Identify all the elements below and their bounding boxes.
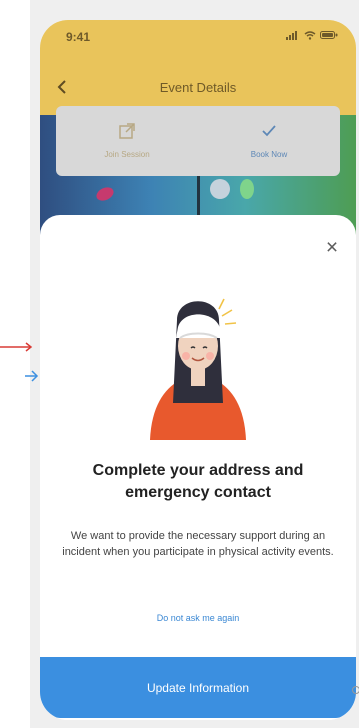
check-icon <box>262 125 276 137</box>
battery-icon <box>320 31 338 39</box>
nav-bar: Event Details <box>40 72 356 102</box>
hero-shape <box>210 179 230 199</box>
address-contact-modal: × Complete your address and emergency co… <box>40 215 356 720</box>
status-bar: 9:41 <box>40 20 356 60</box>
external-link-icon <box>119 123 135 139</box>
book-now-button[interactable]: Book Now <box>198 106 340 176</box>
status-time: 9:41 <box>66 30 91 44</box>
do-not-ask-again-link[interactable]: Do not ask me again <box>40 613 356 623</box>
red-arrow-icon <box>0 342 33 352</box>
screen: 9:41 Event Details Join Session Book Now… <box>0 0 359 728</box>
injured-person-illustration <box>150 298 246 440</box>
join-session-label: Join Session <box>104 150 150 159</box>
close-icon: × <box>325 235 339 259</box>
page-indicator-dot <box>352 686 359 694</box>
wifi-icon <box>304 31 316 40</box>
left-gutter <box>0 0 30 728</box>
close-button[interactable]: × <box>320 235 344 259</box>
hero-shape <box>94 184 116 204</box>
update-information-button[interactable]: Update Information <box>40 657 356 718</box>
hero-shape <box>240 179 254 199</box>
action-card: Join Session Book Now <box>56 106 340 176</box>
page-title: Event Details <box>159 80 237 95</box>
signal-icon <box>286 31 297 40</box>
status-icons <box>286 30 338 40</box>
event-header: 9:41 Event Details <box>40 20 356 115</box>
modal-description: We want to provide the necessary support… <box>62 530 334 558</box>
join-session-button[interactable]: Join Session <box>56 106 198 176</box>
modal-title: Complete your address and emergency cont… <box>92 462 304 501</box>
book-now-label: Book Now <box>250 150 288 159</box>
phone-frame: 9:41 Event Details Join Session Book Now… <box>40 20 356 720</box>
blue-arrow-icon <box>25 370 39 382</box>
